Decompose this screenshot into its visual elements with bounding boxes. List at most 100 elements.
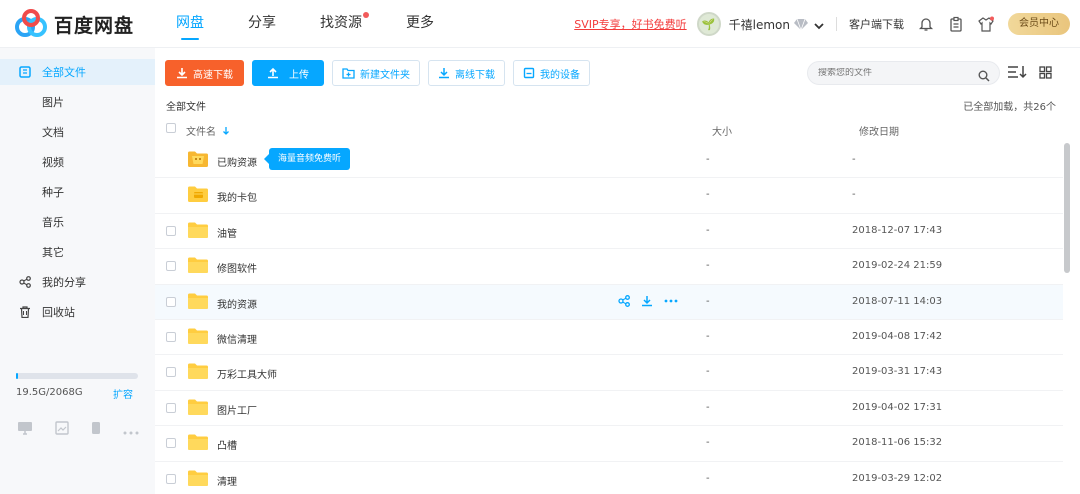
file-name[interactable]: 图片工厂 bbox=[217, 402, 257, 417]
table-row[interactable]: 微信清理 - 2019-04-08 17:42 bbox=[155, 320, 1063, 356]
button-label: 高速下载 bbox=[193, 69, 233, 81]
sidebar-item-recycle-bin[interactable]: 回收站 bbox=[0, 299, 155, 325]
offline-download-icon bbox=[439, 68, 449, 79]
table-row[interactable]: 我的卡包 - - bbox=[155, 178, 1063, 214]
device-icon bbox=[523, 67, 535, 79]
share-icon bbox=[19, 276, 31, 288]
button-label: 离线下载 bbox=[455, 69, 495, 81]
sidebar-item-my-shares[interactable]: 我的分享 bbox=[0, 269, 155, 295]
button-label: 上传 bbox=[289, 69, 309, 81]
file-size: - bbox=[706, 295, 710, 307]
sidebar-item-torrents[interactable]: 种子 bbox=[0, 179, 155, 205]
sidebar-item-music[interactable]: 音乐 bbox=[0, 209, 155, 235]
chevron-down-icon[interactable] bbox=[814, 15, 824, 34]
row-checkbox[interactable] bbox=[166, 261, 176, 272]
file-name[interactable]: 已购资源 bbox=[217, 154, 257, 169]
svip-promo-link[interactable]: SVIP专享，好书免费听 bbox=[574, 16, 686, 32]
audio-promo-tooltip[interactable]: 海量音频免费听 bbox=[263, 148, 351, 170]
tab-label: 更多 bbox=[406, 15, 434, 31]
row-checkbox[interactable] bbox=[166, 367, 176, 378]
tab-share[interactable]: 分享 bbox=[248, 0, 276, 48]
file-name[interactable]: 凸槽 bbox=[217, 437, 237, 452]
tshirt-icon[interactable] bbox=[978, 16, 994, 32]
row-checkbox[interactable] bbox=[166, 438, 176, 449]
file-name[interactable]: 万彩工具大师 bbox=[217, 366, 277, 381]
tab-more[interactable]: 更多 bbox=[406, 0, 434, 48]
table-row[interactable]: 万彩工具大师 - 2019-03-31 17:43 bbox=[155, 355, 1063, 391]
search-icon[interactable] bbox=[978, 67, 990, 86]
row-checkbox[interactable] bbox=[166, 402, 176, 413]
select-all-checkbox[interactable] bbox=[166, 123, 176, 133]
sidebar-item-pictures[interactable]: 图片 bbox=[0, 89, 155, 115]
grid-view-icon[interactable] bbox=[1039, 64, 1052, 83]
file-name[interactable]: 清理 bbox=[217, 473, 237, 488]
baidu-netdisk-logo[interactable]: 百度网盘 bbox=[14, 9, 134, 39]
file-name[interactable]: 我的资源 bbox=[217, 296, 257, 311]
tab-find-resources[interactable]: 找资源 bbox=[320, 0, 369, 48]
button-label: 我的设备 bbox=[540, 69, 580, 81]
my-devices-button[interactable]: 我的设备 bbox=[513, 60, 590, 86]
pc-icon[interactable] bbox=[17, 420, 33, 439]
file-size: - bbox=[706, 472, 710, 484]
new-folder-button[interactable]: 新建文件夹 bbox=[332, 60, 420, 86]
table-row[interactable]: 我的资源 - 2018-07-11 14:03 bbox=[155, 284, 1063, 320]
file-date: 2019-03-31 17:43 bbox=[852, 366, 943, 378]
download-icon bbox=[177, 68, 187, 79]
clipboard-icon[interactable] bbox=[948, 16, 964, 32]
fast-download-button[interactable]: 高速下载 bbox=[165, 60, 244, 86]
image-viewer-icon[interactable] bbox=[55, 420, 69, 439]
table-row[interactable]: 凸槽 - 2018-11-06 15:32 bbox=[155, 426, 1063, 462]
folder-icon bbox=[187, 469, 209, 490]
bell-icon[interactable] bbox=[918, 16, 934, 32]
table-header: 文件名 大小 修改日期 bbox=[155, 118, 1065, 142]
avatar[interactable]: 🌱 bbox=[696, 12, 721, 36]
download-icon[interactable] bbox=[641, 295, 653, 310]
table-row[interactable]: 清理 - 2019-03-29 12:02 bbox=[155, 462, 1063, 494]
file-name[interactable]: 微信清理 bbox=[217, 331, 257, 346]
table-row[interactable]: 图片工厂 - 2019-04-02 17:31 bbox=[155, 391, 1063, 427]
button-label: 新建文件夹 bbox=[360, 69, 410, 81]
offline-download-button[interactable]: 离线下载 bbox=[428, 60, 505, 86]
sidebar-item-label: 图片 bbox=[42, 96, 64, 109]
sidebar-item-all-files[interactable]: 全部文件 bbox=[0, 59, 155, 85]
upload-button[interactable]: 上传 bbox=[252, 60, 324, 86]
scrollbar[interactable] bbox=[1064, 143, 1070, 273]
file-name[interactable]: 修图软件 bbox=[217, 260, 257, 275]
phone-icon[interactable] bbox=[91, 420, 101, 439]
sidebar-item-other[interactable]: 其它 bbox=[0, 239, 155, 265]
client-download-link[interactable]: 客户端下载 bbox=[849, 16, 904, 32]
folder-icon bbox=[187, 398, 209, 419]
file-date: - bbox=[852, 189, 856, 201]
table-row[interactable]: 油管 - 2018-12-07 17:43 bbox=[155, 214, 1063, 250]
share-icon[interactable] bbox=[618, 294, 630, 310]
more-options-icon[interactable] bbox=[664, 295, 678, 310]
column-header-date[interactable]: 修改日期 bbox=[859, 123, 899, 138]
file-name[interactable]: 我的卡包 bbox=[217, 189, 257, 204]
tab-netdisk[interactable]: 网盘 bbox=[176, 0, 204, 48]
expand-storage-link[interactable]: 扩容 bbox=[113, 386, 133, 401]
sidebar-item-documents[interactable]: 文档 bbox=[0, 119, 155, 145]
search-input[interactable] bbox=[818, 68, 973, 78]
table-row[interactable]: 修图软件 - 2019-02-24 21:59 bbox=[155, 249, 1063, 285]
file-date: 2019-03-29 12:02 bbox=[852, 472, 943, 484]
row-checkbox[interactable] bbox=[166, 296, 176, 307]
file-size: - bbox=[706, 260, 710, 272]
column-header-size[interactable]: 大小 bbox=[712, 123, 732, 138]
breadcrumb[interactable]: 全部文件 bbox=[166, 98, 206, 113]
row-checkbox[interactable] bbox=[166, 225, 176, 236]
load-status: 已全部加载，共26个 bbox=[963, 102, 1056, 113]
sidebar-item-videos[interactable]: 视频 bbox=[0, 149, 155, 175]
sort-icon[interactable] bbox=[1007, 64, 1027, 83]
column-header-name[interactable]: 文件名 bbox=[186, 123, 230, 138]
sidebar-item-label: 音乐 bbox=[42, 216, 64, 229]
table-row[interactable]: 已购资源 海量音频免费听 - - bbox=[155, 143, 1063, 179]
user-name[interactable]: 千禧lemon bbox=[729, 16, 790, 33]
file-size: - bbox=[706, 224, 710, 236]
more-icon[interactable] bbox=[123, 420, 139, 439]
row-checkbox[interactable] bbox=[166, 473, 176, 484]
row-checkbox[interactable] bbox=[166, 331, 176, 342]
file-date: 2019-04-08 17:42 bbox=[852, 330, 943, 342]
sidebar-item-label: 文档 bbox=[42, 126, 64, 139]
vip-center-button[interactable]: 会员中心 bbox=[1008, 13, 1070, 35]
file-name[interactable]: 油管 bbox=[217, 225, 237, 240]
